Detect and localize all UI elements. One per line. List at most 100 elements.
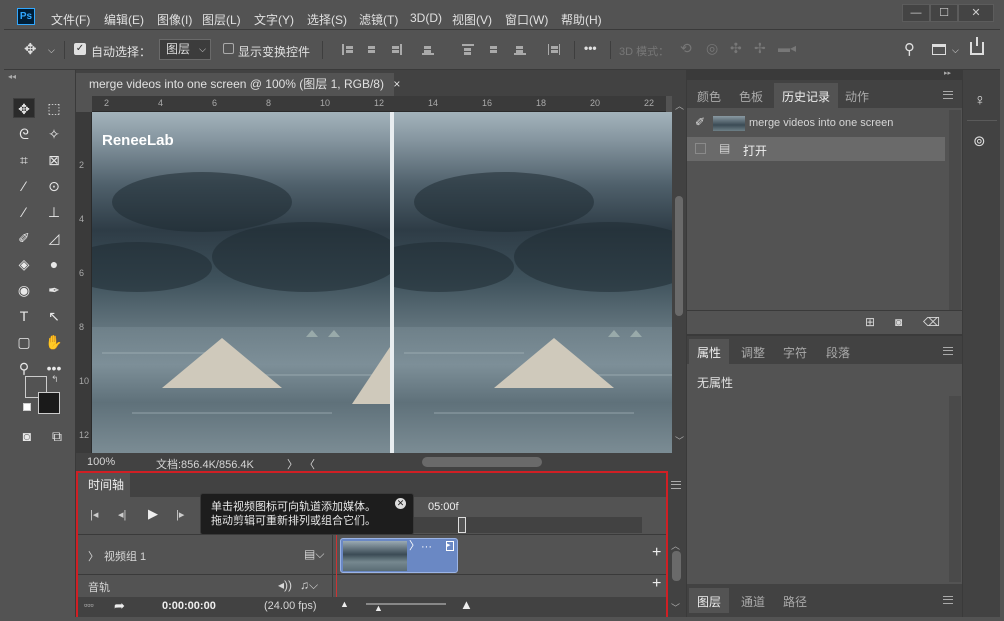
clip-end-icon[interactable]: ▸: [446, 541, 454, 551]
history-brush-source-icon[interactable]: ✐: [695, 115, 705, 129]
menu-3d[interactable]: 3D(D): [410, 11, 442, 25]
scroll-left-icon[interactable]: 〈: [304, 456, 315, 472]
align-bottom-icon[interactable]: [514, 44, 526, 55]
render-video-icon[interactable]: ➦: [114, 598, 125, 614]
go-to-first-frame-icon[interactable]: |◂: [90, 508, 98, 521]
tab-actions[interactable]: 动作: [845, 88, 869, 105]
move-tool-icon[interactable]: ✥: [24, 40, 37, 58]
tab-layers[interactable]: 图层: [689, 588, 730, 613]
scroll-down-icon[interactable]: ﹀: [675, 434, 684, 447]
pen-tool[interactable]: ✒: [43, 280, 65, 300]
close-button[interactable]: ✕: [958, 4, 994, 22]
chevron-down-icon[interactable]: ⌵: [48, 45, 55, 56]
history-snapshot-row[interactable]: ✐ merge videos into one screen: [687, 110, 949, 136]
path-select-tool[interactable]: ↖: [43, 306, 65, 326]
play-icon[interactable]: ▶: [148, 506, 158, 522]
history-source-checkbox[interactable]: [695, 143, 706, 154]
learn-lightbulb-icon[interactable]: ♀: [974, 92, 986, 110]
libraries-icon[interactable]: ⊚: [973, 132, 986, 150]
stamp-tool[interactable]: ⊥: [43, 202, 65, 222]
tab-character[interactable]: 字符: [783, 344, 807, 361]
hand-tool[interactable]: ✋: [43, 332, 65, 352]
work-area-end-handle[interactable]: [458, 517, 466, 533]
clip-expand-icon[interactable]: 〉: [409, 539, 420, 553]
magic-wand-tool[interactable]: ✧: [43, 124, 65, 144]
maximize-button[interactable]: ☐: [930, 4, 958, 22]
align-top-icon[interactable]: [462, 44, 474, 55]
document-canvas[interactable]: ReneeLab: [92, 112, 672, 453]
menu-help[interactable]: 帮助(H): [561, 11, 602, 28]
align-left-icon[interactable]: [342, 44, 354, 55]
menu-layer[interactable]: 图层(L): [202, 11, 241, 28]
shape-tool[interactable]: ▢: [13, 332, 35, 352]
new-document-from-state-icon[interactable]: ⊞: [865, 315, 875, 329]
status-menu-arrow-icon[interactable]: 〉: [287, 456, 298, 472]
video-clip[interactable]: 〉 ··· ▸: [340, 538, 458, 573]
auto-select-target-dropdown[interactable]: 图层 ⌵: [159, 39, 211, 60]
eyedropper-tool[interactable]: ⁄: [13, 176, 35, 196]
scroll-up-icon[interactable]: ︿: [675, 99, 684, 112]
share-icon[interactable]: [970, 37, 984, 55]
scroll-down-icon[interactable]: ﹀: [671, 601, 680, 614]
crop-tool[interactable]: ⌗: [13, 150, 35, 170]
timeline-scrollbar[interactable]: ︿ ﹀: [668, 471, 686, 617]
align-middle-icon[interactable]: [488, 44, 500, 55]
vertical-scrollbar[interactable]: ︿ ﹀: [672, 96, 686, 453]
zoom-out-icon[interactable]: ▲: [340, 599, 349, 609]
show-transform-checkbox[interactable]: [223, 43, 234, 54]
horizontal-scrollbar-thumb[interactable]: [422, 457, 542, 467]
film-strip-icon[interactable]: ▤⌵: [304, 547, 324, 562]
eraser-tool[interactable]: ◿: [43, 228, 65, 248]
tab-history[interactable]: 历史记录: [774, 83, 839, 108]
tab-channels[interactable]: 通道: [741, 593, 765, 610]
tab-properties[interactable]: 属性: [689, 339, 730, 364]
close-icon[interactable]: ✕: [395, 498, 406, 509]
clip-more-icon[interactable]: ···: [421, 541, 432, 553]
frame-animation-icon[interactable]: ▫▫▫: [84, 600, 94, 610]
type-tool[interactable]: T: [13, 306, 35, 326]
menu-select[interactable]: 选择(S): [307, 11, 347, 28]
menu-view[interactable]: 视图(V): [452, 11, 492, 28]
align-right-icon[interactable]: [390, 44, 402, 55]
marquee-tool[interactable]: ⬚: [43, 98, 65, 118]
search-icon[interactable]: ⚲: [904, 40, 915, 58]
dodge-tool[interactable]: ◉: [13, 280, 35, 300]
more-options-button[interactable]: •••: [584, 41, 597, 55]
menu-edit[interactable]: 编辑(E): [104, 11, 144, 28]
blur-tool[interactable]: ●: [43, 254, 65, 274]
camera-icon[interactable]: ◙: [895, 315, 902, 329]
brush-tool[interactable]: ⁄: [13, 202, 35, 222]
tab-paragraph[interactable]: 段落: [826, 344, 850, 361]
document-tab[interactable]: merge videos into one screen @ 100% (图层 …: [76, 73, 400, 96]
panel-menu-icon[interactable]: [943, 91, 953, 99]
menu-image[interactable]: 图像(I): [157, 11, 192, 28]
workspace-icon[interactable]: [932, 44, 946, 55]
expand-chevron-icon[interactable]: 〉: [88, 548, 99, 564]
frame-tool[interactable]: ⊠: [43, 150, 65, 170]
add-media-button[interactable]: +: [652, 544, 661, 562]
timeline-menu-icon[interactable]: [671, 481, 681, 489]
previous-frame-icon[interactable]: ◂|: [118, 508, 126, 521]
align-center-icon[interactable]: [366, 44, 378, 55]
tab-adjustments[interactable]: 调整: [741, 344, 765, 361]
collapse-icon[interactable]: ◂◂: [8, 72, 16, 81]
default-colors-icon[interactable]: [23, 403, 31, 411]
properties-scrollbar[interactable]: [949, 396, 961, 582]
panel-menu-icon[interactable]: [943, 596, 953, 604]
zoom-tool[interactable]: ⚲: [13, 358, 35, 378]
tab-paths[interactable]: 路径: [783, 593, 807, 610]
history-item[interactable]: ▤ 打开: [687, 137, 945, 161]
tab-color[interactable]: 颜色: [697, 88, 721, 105]
scrollbar-thumb[interactable]: [672, 551, 681, 581]
swap-colors-icon[interactable]: ↰: [51, 374, 59, 385]
background-color-swatch[interactable]: [38, 392, 60, 414]
timeline-zoom-thumb[interactable]: ▲: [374, 603, 383, 613]
minimize-button[interactable]: —: [902, 4, 930, 22]
history-scrollbar[interactable]: [949, 110, 961, 310]
trash-icon[interactable]: ⌫: [923, 315, 940, 329]
quick-mask-icon[interactable]: ◙: [16, 426, 38, 446]
auto-select-checkbox[interactable]: ✓: [74, 43, 86, 55]
close-icon[interactable]: ×: [393, 77, 400, 91]
paint-bucket-tool[interactable]: ◈: [13, 254, 35, 274]
zoom-level[interactable]: 100%: [87, 456, 115, 468]
